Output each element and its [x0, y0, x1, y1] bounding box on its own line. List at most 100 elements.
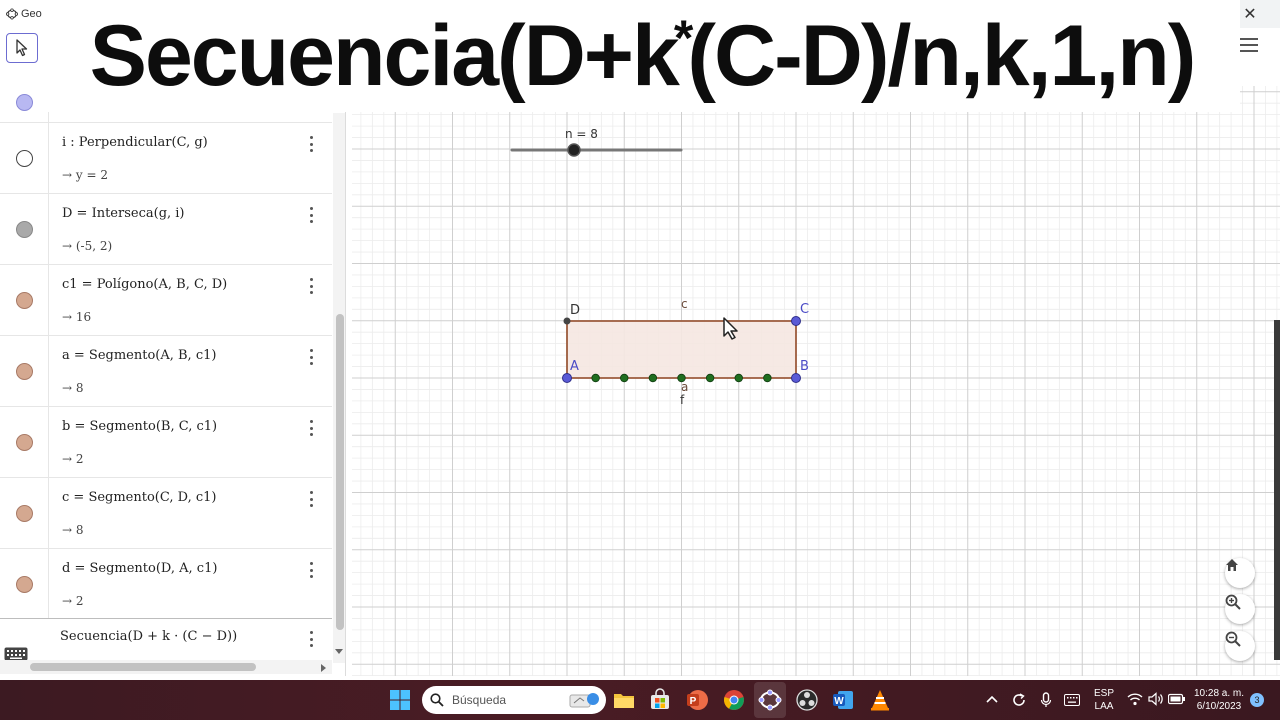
- algebra-input[interactable]: Secuencia(D + k · (C − D)): [60, 629, 237, 644]
- algebra-row[interactable]: d = Segmento(D, A, c1) → 2: [0, 549, 332, 619]
- zoom-in-icon: [1225, 594, 1241, 610]
- more-options-icon[interactable]: [306, 207, 316, 223]
- input-language[interactable]: ESP LAA: [1090, 687, 1118, 713]
- more-options-icon[interactable]: [306, 278, 316, 294]
- keyboard-icon[interactable]: [4, 647, 28, 661]
- sequence-point[interactable]: [705, 373, 715, 383]
- algebra-row[interactable]: b = Segmento(B, C, c1) → 2: [0, 407, 332, 478]
- window-close-button[interactable]: ✕: [1240, 4, 1260, 24]
- refresh-icon[interactable]: [1011, 692, 1027, 708]
- row-definition[interactable]: c = Segmento(C, D, c1): [62, 490, 216, 505]
- wifi-icon[interactable]: [1127, 692, 1143, 706]
- more-options-icon[interactable]: [306, 420, 316, 436]
- point-a[interactable]: [562, 373, 572, 383]
- scroll-down-icon[interactable]: [335, 649, 343, 655]
- home-icon: [1226, 559, 1238, 571]
- chevron-up-icon[interactable]: [986, 695, 998, 703]
- point-c[interactable]: [791, 316, 801, 326]
- sequence-point[interactable]: [591, 373, 600, 383]
- row-definition[interactable]: D = Interseca(g, i): [62, 206, 185, 221]
- browser-tab[interactable]: Geo: [0, 0, 44, 28]
- algebra-row[interactable]: a = Segmento(A, B, c1) → 8: [0, 336, 332, 407]
- slider-knob[interactable]: [567, 143, 581, 157]
- sequence-point[interactable]: [734, 373, 743, 383]
- vlc-icon[interactable]: [868, 688, 892, 712]
- clock[interactable]: 10:28 a. m. 6/10/2023: [1190, 687, 1248, 713]
- row-value: → y = 2: [62, 168, 108, 182]
- graphics-canvas[interactable]: n = 8 D C A B c a f: [352, 86, 1280, 676]
- language-layout: LAA: [1094, 701, 1114, 712]
- video-title-overlay: Secuencia(D+k*(C-D)/n,k,1,n): [44, 0, 1240, 112]
- row-definition[interactable]: c1 = Polígono(A, B, C, D): [62, 277, 227, 292]
- more-options-icon[interactable]: [306, 631, 316, 647]
- algebra-input-row[interactable]: Secuencia(D + k · (C − D)): [0, 619, 332, 661]
- windows-icon[interactable]: [388, 688, 412, 712]
- overlay-title-part1: Secuencia(D+k: [89, 8, 680, 104]
- clock-date: 6/10/2023: [1196, 701, 1242, 712]
- grid-major: [352, 86, 1280, 676]
- cursor-icon: [16, 39, 28, 57]
- visibility-toggle[interactable]: [16, 292, 33, 309]
- algebra-row[interactable]: D = Interseca(g, i) → (-5, 2): [0, 194, 332, 265]
- move-tool-button[interactable]: [6, 33, 38, 63]
- row-definition[interactable]: b = Segmento(B, C, c1): [62, 419, 217, 434]
- visibility-toggle[interactable]: [16, 576, 33, 593]
- row-definition[interactable]: a = Segmento(A, B, c1): [62, 348, 216, 363]
- keyboard-tray-icon[interactable]: [1064, 694, 1080, 706]
- zoom-in-button[interactable]: [1225, 594, 1255, 624]
- row-definition[interactable]: d = Segmento(D, A, c1): [62, 561, 217, 576]
- point-label-a: A: [570, 359, 579, 374]
- sequence-point[interactable]: [677, 373, 686, 383]
- overlay-title-part2: (C-D)/n,k,1,n): [687, 8, 1196, 104]
- visibility-toggle[interactable]: [16, 363, 33, 380]
- more-options-icon[interactable]: [306, 491, 316, 507]
- algebra-row[interactable]: c = Segmento(C, D, c1) → 8: [0, 478, 332, 549]
- notification-badge[interactable]: 3: [1250, 693, 1264, 707]
- battery-icon[interactable]: [1168, 693, 1186, 705]
- grid-minor: [352, 86, 1280, 676]
- geogebra-task-icon[interactable]: [758, 688, 782, 712]
- sequence-point[interactable]: [620, 373, 629, 383]
- visibility-toggle[interactable]: [16, 94, 33, 111]
- obs-icon[interactable]: [795, 688, 819, 712]
- taskbar-search[interactable]: Búsqueda: [422, 686, 606, 714]
- graphics-view[interactable]: n = 8 D C A B c a f: [352, 86, 1280, 676]
- chrome-icon[interactable]: [722, 688, 746, 712]
- powerpoint-icon[interactable]: P: [685, 688, 709, 712]
- home-button[interactable]: [1225, 558, 1255, 588]
- visibility-toggle[interactable]: [16, 221, 33, 238]
- zoom-out-button[interactable]: [1225, 631, 1255, 661]
- visibility-toggle[interactable]: [16, 505, 33, 522]
- algebra-row[interactable]: i : Perpendicular(C, g) → y = 2: [0, 123, 332, 194]
- algebra-horizontal-scroll-thumb[interactable]: [30, 663, 256, 671]
- more-options-icon[interactable]: [306, 349, 316, 365]
- word-icon[interactable]: W: [831, 688, 855, 712]
- point-b[interactable]: [791, 373, 801, 383]
- visibility-toggle[interactable]: [16, 434, 33, 451]
- algebra-row[interactable]: c1 = Polígono(A, B, C, D) → 16: [0, 265, 332, 336]
- overlay-title: Secuencia(D+k*(C-D)/n,k,1,n): [90, 13, 1197, 99]
- search-icon: [430, 693, 444, 707]
- volume-icon[interactable]: [1148, 692, 1164, 706]
- mic-icon[interactable]: [1040, 692, 1052, 708]
- hamburger-icon[interactable]: [1240, 38, 1258, 54]
- point-d[interactable]: [563, 317, 571, 325]
- language-code: ESP: [1093, 688, 1114, 699]
- more-options-icon[interactable]: [306, 136, 316, 152]
- algebra-vertical-scroll-thumb[interactable]: [336, 314, 344, 630]
- point-label-c: C: [800, 302, 809, 317]
- zoom-out-icon: [1225, 631, 1241, 647]
- sequence-point[interactable]: [763, 373, 772, 383]
- file-explorer-icon[interactable]: [612, 688, 636, 712]
- point-label-d: D: [570, 303, 580, 318]
- sequence-point[interactable]: [648, 373, 658, 383]
- polygon-c1[interactable]: [566, 320, 797, 379]
- svg-text:W: W: [834, 696, 844, 707]
- scroll-right-icon[interactable]: [321, 664, 327, 672]
- point-label-b: B: [800, 359, 809, 374]
- visibility-toggle[interactable]: [16, 150, 33, 167]
- more-options-icon[interactable]: [306, 562, 316, 578]
- store-icon[interactable]: [648, 688, 672, 712]
- row-value: → (-5, 2): [62, 239, 113, 253]
- row-definition[interactable]: i : Perpendicular(C, g): [62, 135, 208, 150]
